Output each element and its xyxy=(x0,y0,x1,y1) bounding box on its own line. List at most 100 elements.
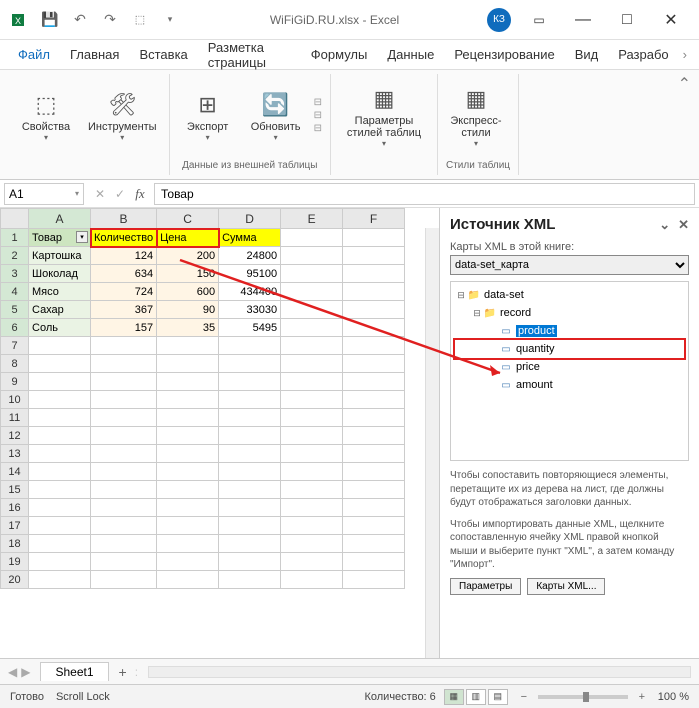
group-external-data: Данные из внешней таблицы xyxy=(178,157,322,175)
status-count: Количество: 6 xyxy=(364,691,435,703)
maximize-icon[interactable]: □ xyxy=(607,6,647,34)
zoom-level[interactable]: 100 % xyxy=(658,691,689,703)
excel-icon[interactable]: X xyxy=(8,8,32,32)
refresh-icon: 🔄 xyxy=(260,89,292,121)
spreadsheet-grid[interactable]: A B C D E F 1 Товар▾ Количество Цена Сум… xyxy=(0,208,405,589)
menu-view[interactable]: Вид xyxy=(565,40,609,69)
touch-icon[interactable]: ⬚ xyxy=(128,8,152,32)
menu-insert[interactable]: Вставка xyxy=(129,40,197,69)
menu-home[interactable]: Главная xyxy=(60,40,129,69)
cell-a1[interactable]: Товар▾ xyxy=(29,229,91,247)
zoom-in-icon[interactable]: + xyxy=(634,691,650,703)
xml-options-button[interactable]: Параметры xyxy=(450,578,521,595)
xml-maps-label: Карты XML в этой книге: xyxy=(450,241,689,253)
tree-quantity[interactable]: ▭quantity xyxy=(455,340,684,358)
col-header-d[interactable]: D xyxy=(219,209,281,229)
menu-review[interactable]: Рецензирование xyxy=(444,40,564,69)
add-sheet-icon[interactable]: + xyxy=(119,664,127,680)
xml-maps-button[interactable]: Карты XML... xyxy=(527,578,605,595)
tools-button[interactable]: 🛠Инструменты▾ xyxy=(84,78,161,153)
cancel-formula-icon[interactable]: ✕ xyxy=(90,187,110,201)
name-box[interactable]: A1▾ xyxy=(4,183,84,205)
zoom-slider[interactable] xyxy=(538,695,628,699)
menu-page-layout[interactable]: Разметка страницы xyxy=(198,40,301,69)
cell-d1[interactable]: Сумма xyxy=(219,229,281,247)
element-icon: ▭ xyxy=(499,342,513,356)
accept-formula-icon[interactable]: ✓ xyxy=(110,187,130,201)
tree-record[interactable]: ⊟📁record xyxy=(455,304,684,322)
collapse-ribbon-icon[interactable]: ⌃ xyxy=(678,74,691,94)
menu-overflow-icon[interactable]: › xyxy=(679,40,691,69)
status-scroll-lock: Scroll Lock xyxy=(56,691,110,703)
properties-button[interactable]: ⬚Свойства▾ xyxy=(16,78,76,153)
formula-bar[interactable]: Товар xyxy=(154,183,695,205)
refresh-button[interactable]: 🔄Обновить▾ xyxy=(246,78,306,153)
menu-file[interactable]: Файл xyxy=(8,40,60,69)
tree-product[interactable]: ▭product xyxy=(455,322,684,340)
table-style-icon: ▦ xyxy=(368,83,400,115)
redo-icon[interactable]: ↷ xyxy=(98,8,122,32)
menu-data[interactable]: Данные xyxy=(377,40,444,69)
qat-dropdown-icon[interactable]: ▾ xyxy=(158,8,182,32)
tree-price[interactable]: ▭price xyxy=(455,358,684,376)
col-header-a[interactable]: A xyxy=(29,209,91,229)
element-icon: ▭ xyxy=(499,378,513,392)
cell-e1[interactable] xyxy=(281,229,343,247)
element-icon: ▭ xyxy=(499,360,513,374)
xml-map-select[interactable]: data-set_карта xyxy=(450,255,689,275)
undo-icon[interactable]: ↶ xyxy=(68,8,92,32)
menu-developer[interactable]: Разрабо xyxy=(608,40,678,69)
small-btn-2[interactable]: ⊟ xyxy=(314,110,322,121)
ribbon-options-icon[interactable]: ▭ xyxy=(519,6,559,34)
xml-pane-title: Источник XML xyxy=(450,216,555,233)
col-header-f[interactable]: F xyxy=(343,209,405,229)
pane-close-icon[interactable]: ✕ xyxy=(678,217,689,233)
small-btn-1[interactable]: ⊟ xyxy=(314,97,322,108)
folder-icon: 📁 xyxy=(483,306,497,320)
view-page-break-icon[interactable]: ▤ xyxy=(488,689,508,705)
col-header-c[interactable]: C xyxy=(157,209,219,229)
view-normal-icon[interactable]: ▦ xyxy=(444,689,464,705)
pane-options-icon[interactable]: ⌄ xyxy=(659,217,670,233)
window-title: WiFiGiD.RU.xlsx - Excel xyxy=(182,13,487,27)
select-all-corner[interactable] xyxy=(1,209,29,229)
tree-amount[interactable]: ▭amount xyxy=(455,376,684,394)
fx-icon[interactable]: fx xyxy=(130,186,150,202)
save-icon[interactable]: 💾 xyxy=(38,8,62,32)
quick-styles-button[interactable]: ▦Экспресс- стили▾ xyxy=(446,78,506,153)
export-button[interactable]: ⊞Экспорт▾ xyxy=(178,78,238,153)
status-ready: Готово xyxy=(10,691,44,703)
tab-next-icon[interactable]: ▶ xyxy=(21,665,30,679)
cell-b1[interactable]: Количество xyxy=(91,229,157,247)
export-icon: ⊞ xyxy=(192,89,224,121)
properties-icon: ⬚ xyxy=(30,89,62,121)
svg-text:X: X xyxy=(15,16,21,26)
sheet-tab[interactable]: Sheet1 xyxy=(40,662,108,681)
col-header-e[interactable]: E xyxy=(281,209,343,229)
view-page-layout-icon[interactable]: ▥ xyxy=(466,689,486,705)
minimize-icon[interactable]: — xyxy=(563,6,603,34)
filter-icon[interactable]: ▾ xyxy=(76,231,88,243)
menu-bar: Файл Главная Вставка Разметка страницы Ф… xyxy=(0,40,699,70)
horizontal-scrollbar[interactable] xyxy=(148,666,691,678)
tools-icon: 🛠 xyxy=(106,89,138,121)
zoom-out-icon[interactable]: − xyxy=(516,691,532,703)
vertical-scrollbar[interactable] xyxy=(425,228,439,658)
user-avatar[interactable]: КЗ xyxy=(487,8,511,32)
element-icon: ▭ xyxy=(499,324,513,338)
close-icon[interactable]: ✕ xyxy=(651,6,691,34)
cell-f1[interactable] xyxy=(343,229,405,247)
xml-source-pane: Источник XML ⌄ ✕ Карты XML в этой книге: d… xyxy=(439,208,699,658)
tab-prev-icon[interactable]: ◀ xyxy=(8,665,17,679)
tree-root[interactable]: ⊟📁data-set xyxy=(455,286,684,304)
small-btn-3[interactable]: ⊟ xyxy=(314,123,322,134)
xml-tree[interactable]: ⊟📁data-set ⊟📁record ▭product ▭quantity ▭… xyxy=(450,281,689,461)
cell-c1[interactable]: Цена xyxy=(157,229,219,247)
row-header-1[interactable]: 1 xyxy=(1,229,29,247)
table-style-options-button[interactable]: ▦Параметры стилей таблиц▾ xyxy=(339,78,429,153)
menu-formulas[interactable]: Формулы xyxy=(301,40,378,69)
folder-icon: 📁 xyxy=(467,288,481,302)
xml-help-1: Чтобы сопоставить повторяющиеся элементы… xyxy=(450,469,689,510)
group-table-styles: Стили таблиц xyxy=(446,157,510,175)
col-header-b[interactable]: B xyxy=(91,209,157,229)
